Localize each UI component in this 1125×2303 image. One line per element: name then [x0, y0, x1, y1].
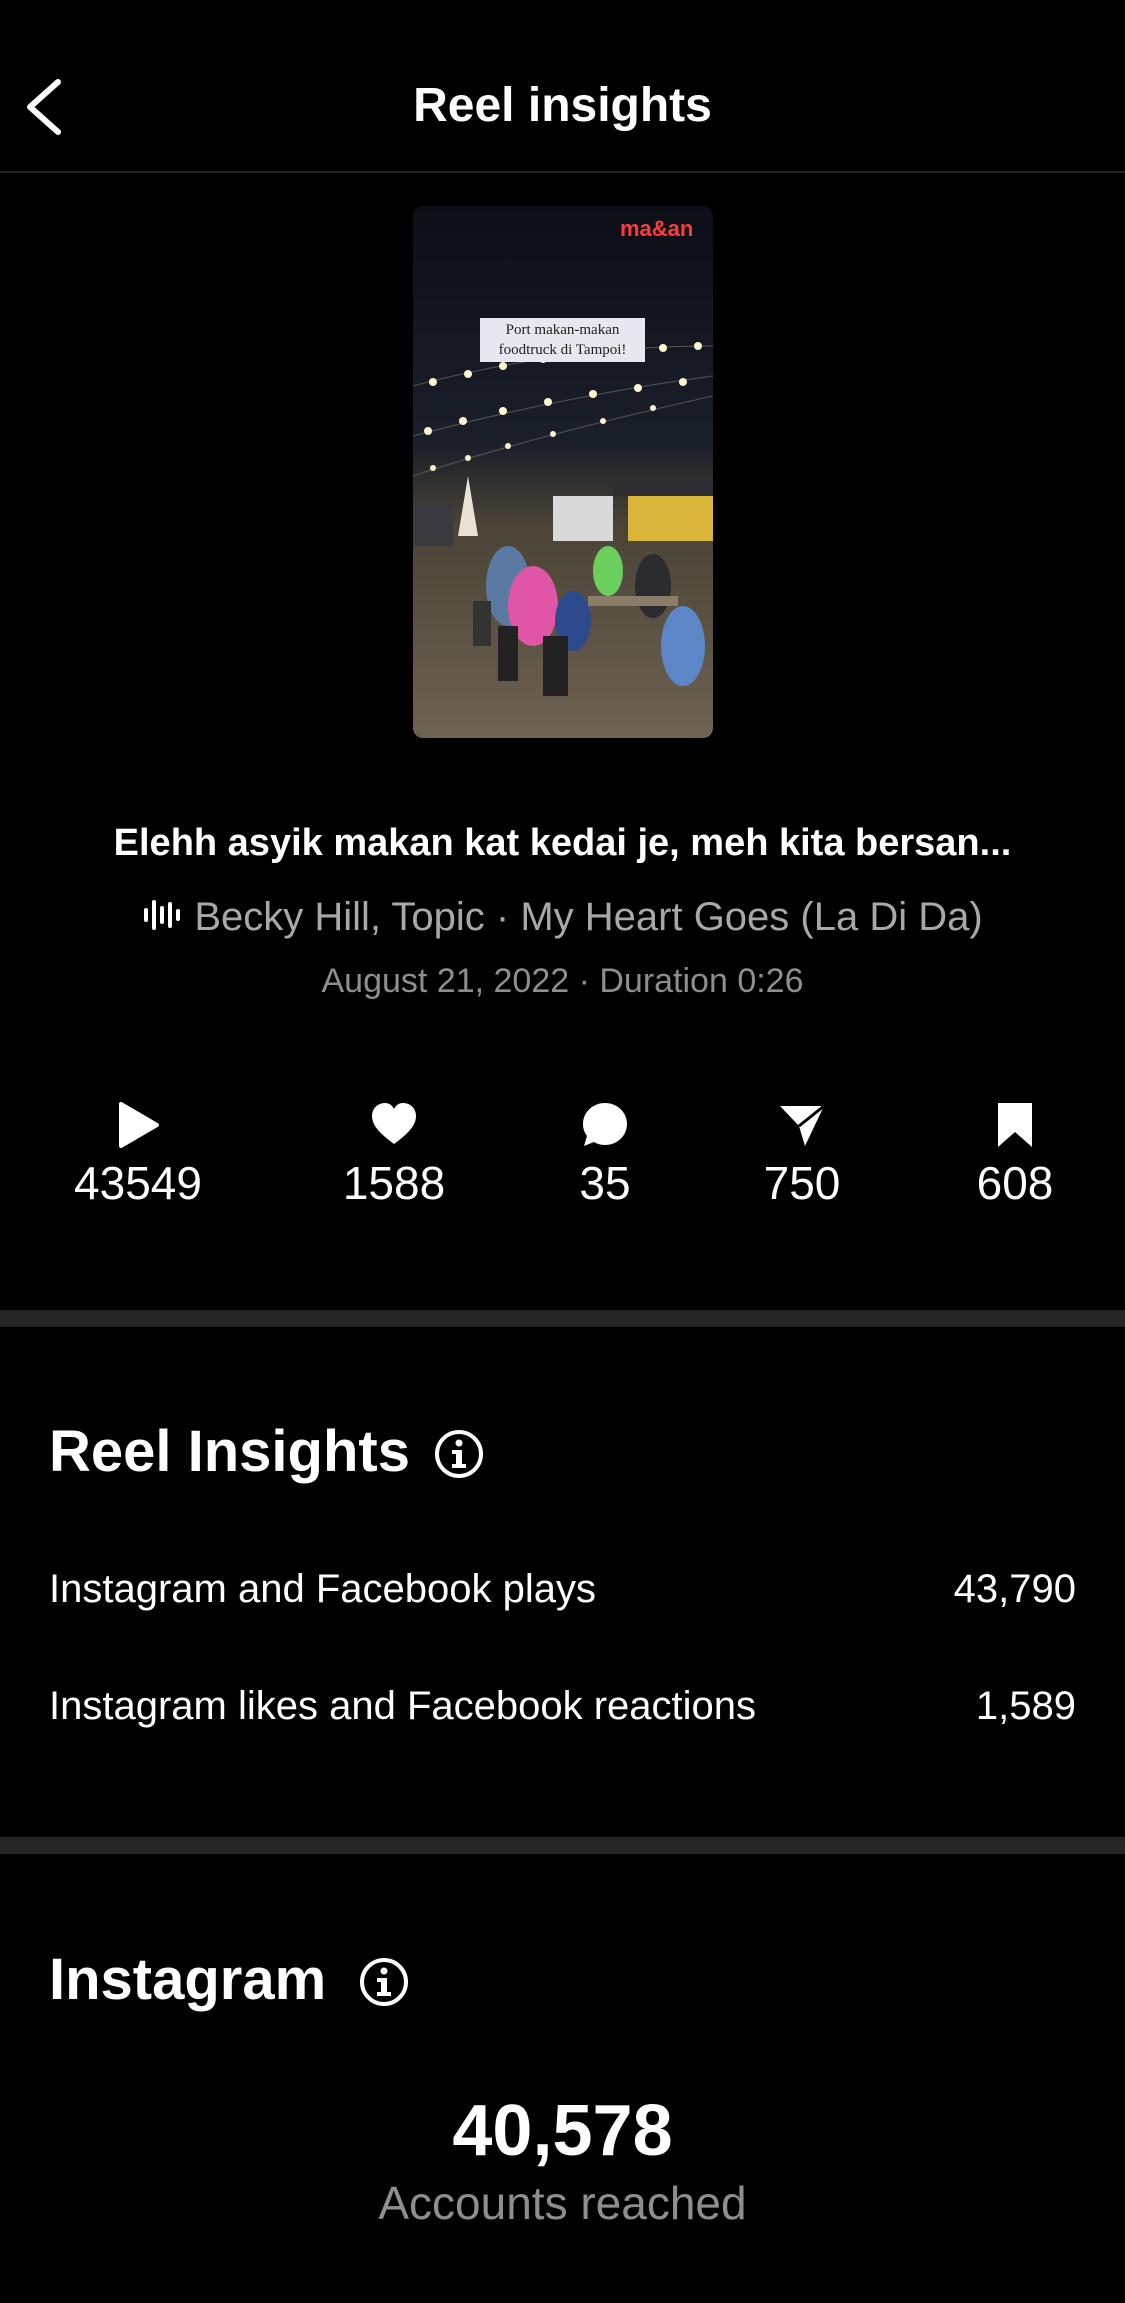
thumbnail-overlay-line1: Port makan-makan [505, 322, 620, 338]
page-title: Reel insights [413, 79, 712, 132]
reel-insights-title: Reel Insights [49, 1419, 410, 1484]
send-icon [780, 1104, 825, 1146]
accounts-reached-value: 40,578 [452, 2091, 673, 2171]
insight-row-value: 43,790 [953, 1567, 1076, 1611]
thumbnail-brand-logo: ma&an [620, 216, 694, 241]
stat-shares-value: 750 [763, 1157, 841, 1209]
stat-likes: 1588 [294, 1100, 494, 1210]
stat-saves-value: 608 [976, 1157, 1054, 1209]
stat-plays: 43549 [38, 1100, 238, 1210]
section-divider [0, 1837, 1125, 1854]
bookmark-icon [998, 1103, 1032, 1147]
reel-thumbnail[interactable] [413, 206, 713, 738]
info-icon[interactable] [358, 1956, 410, 2008]
insight-row-value: 1,589 [975, 1684, 1076, 1728]
audio-waveform-icon [144, 900, 181, 931]
insight-row-label: Instagram and Facebook plays [49, 1567, 596, 1611]
instagram-title: Instagram [49, 1947, 327, 2012]
stat-comments-value: 35 [579, 1157, 631, 1209]
stat-shares: 750 [702, 1100, 902, 1210]
accounts-reached-label: Accounts reached [378, 2177, 747, 2229]
stat-comments: 35 [505, 1100, 705, 1210]
stat-likes-value: 1588 [342, 1157, 446, 1209]
header-bar: Reel insights [0, 0, 1125, 173]
reel-caption: Elehh asyik makan kat kedai je, meh kita… [113, 822, 1012, 864]
play-icon [119, 1102, 159, 1148]
stat-plays-value: 43549 [74, 1157, 202, 1209]
audio-track[interactable]: Becky Hill, Topic · My Heart Goes (La Di… [0, 895, 1125, 940]
reel-meta: August 21, 2022 · Duration 0:26 [321, 962, 804, 1000]
stat-saves: 608 [915, 1100, 1115, 1210]
info-icon[interactable] [433, 1428, 485, 1480]
comment-icon [583, 1103, 627, 1146]
reel-thumbnail-image [413, 206, 713, 738]
audio-track-label: Becky Hill, Topic · My Heart Goes (La Di… [194, 895, 983, 939]
heart-icon [372, 1103, 416, 1144]
section-divider [0, 1310, 1125, 1327]
thumbnail-overlay-text: Port makan-makan foodtruck di Tampoi! [480, 318, 645, 362]
thumbnail-overlay-line2: foodtruck di Tampoi! [498, 342, 627, 358]
insight-row-label: Instagram likes and Facebook reactions [49, 1684, 757, 1728]
